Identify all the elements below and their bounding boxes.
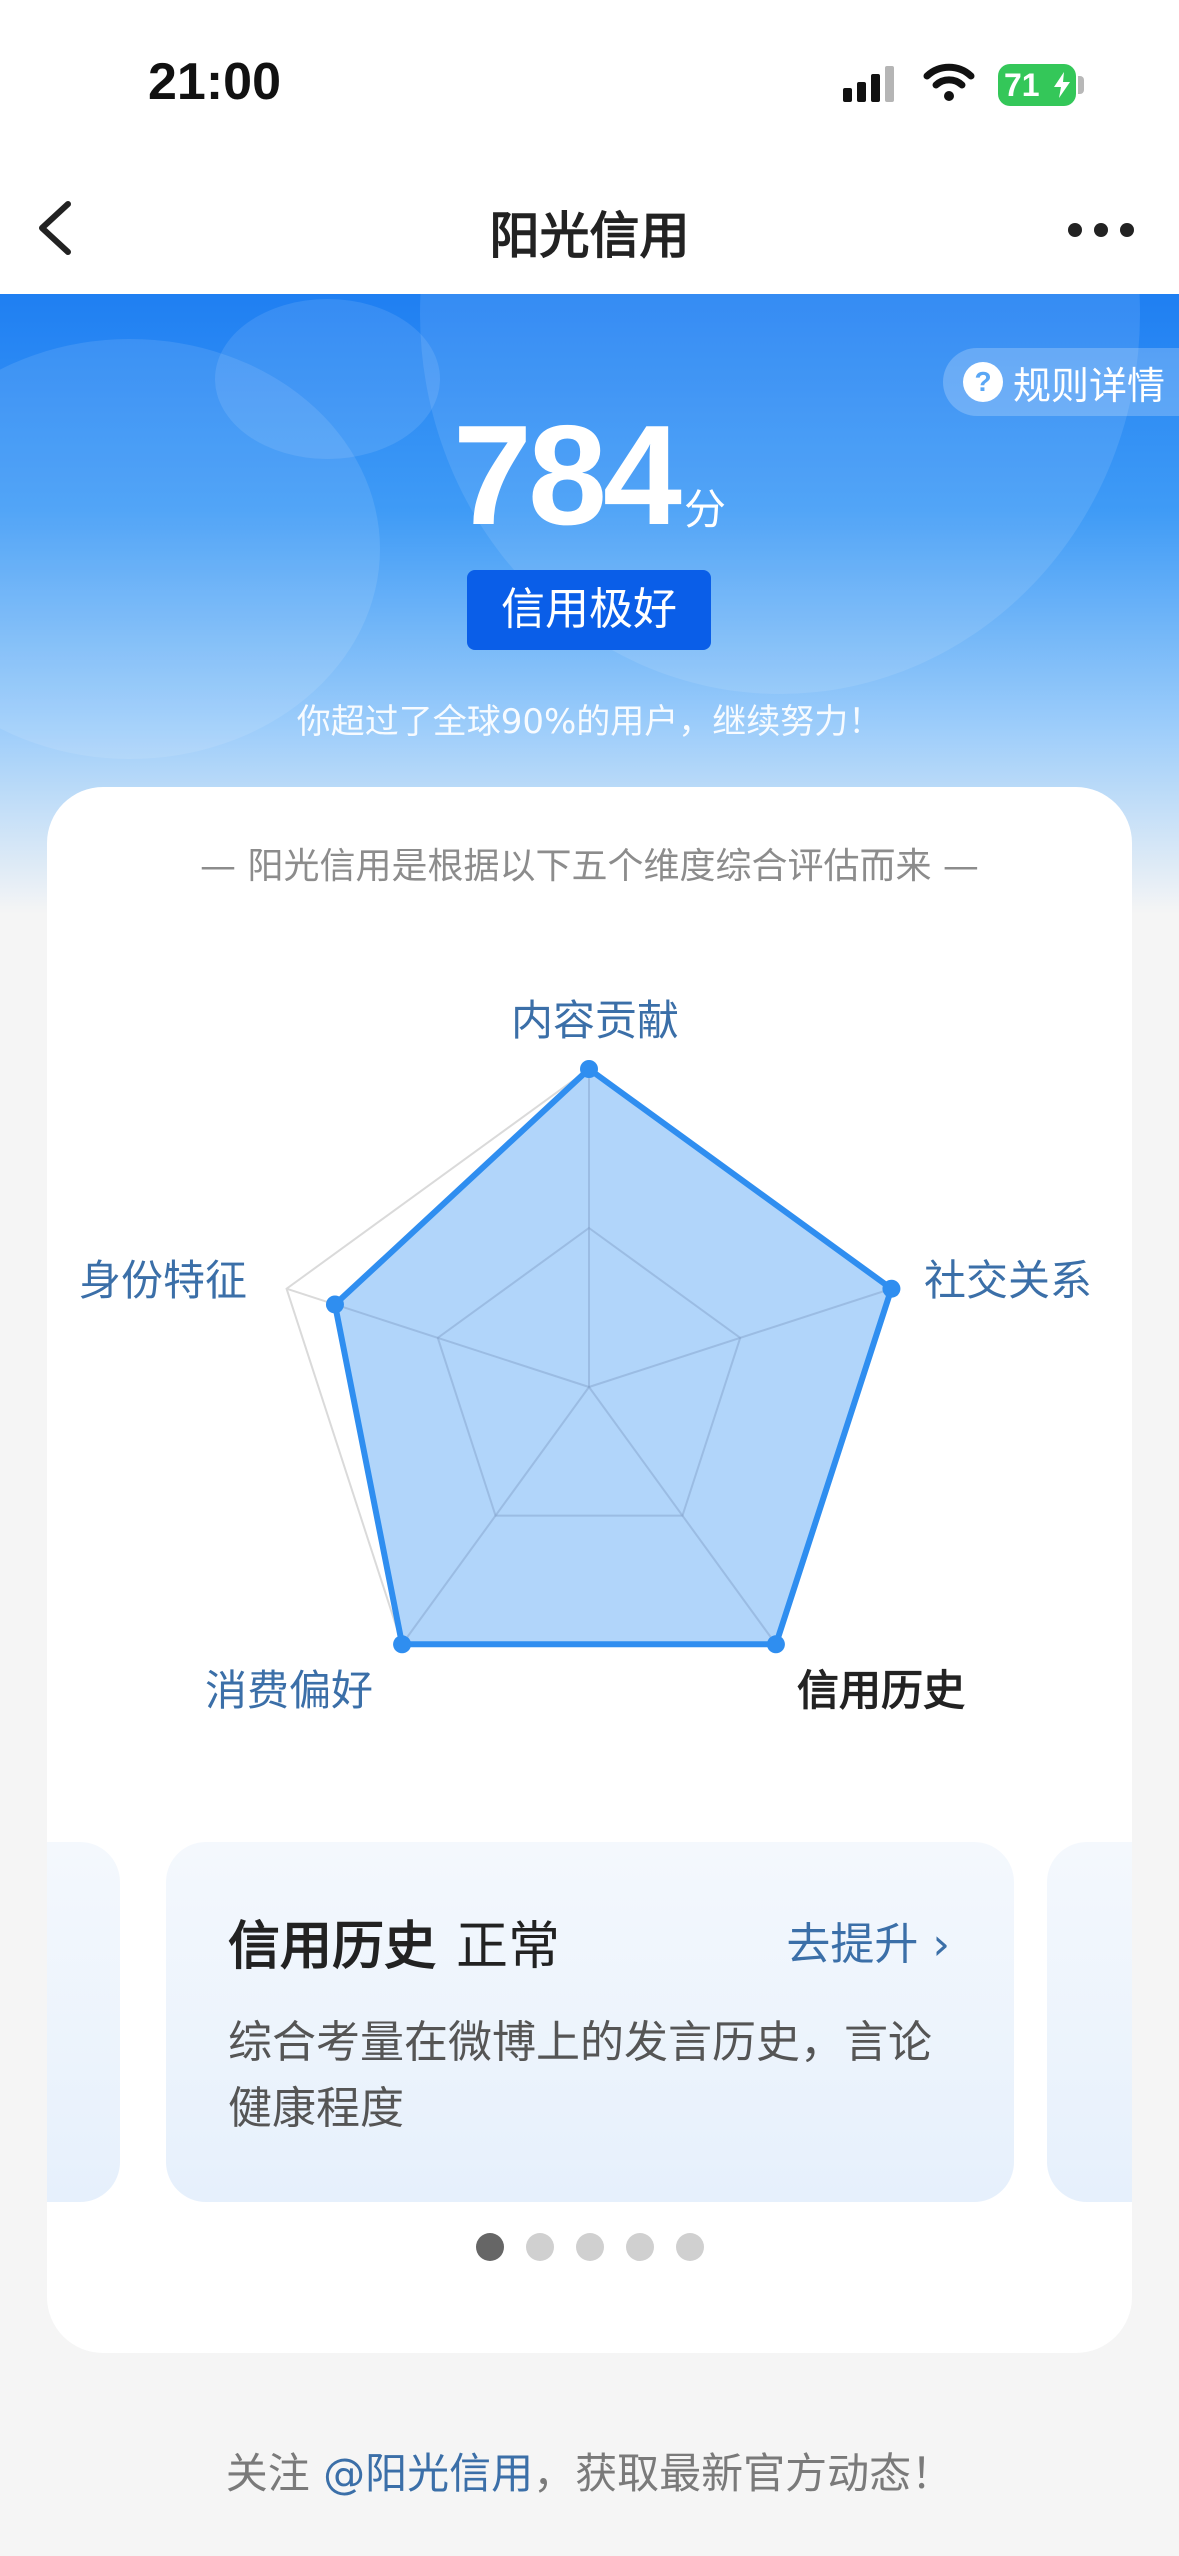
carousel-card-next[interactable]: 内 发 信	[1047, 1842, 1132, 2202]
wifi-icon	[923, 63, 975, 101]
battery-level: 71	[1004, 66, 1040, 103]
radar-dimension-label[interactable]: 身份特征	[79, 1247, 247, 1308]
footer-suffix: ，获取最新官方动态！	[533, 2449, 954, 2498]
radar-point	[882, 1279, 901, 1298]
score-value: 784	[453, 396, 682, 555]
cellular-signal-icon	[843, 66, 894, 102]
dimension-status: 正常	[456, 1917, 561, 1977]
footer-prefix: 关注	[225, 2449, 324, 2498]
pagination-dot[interactable]	[625, 2233, 654, 2261]
radar-dimension-label[interactable]: 内容贡献	[511, 987, 679, 1048]
chevron-right-icon: ›	[932, 1919, 950, 1970]
dimension-description: 综合考量在微博上的发言历史，言论健康程度	[228, 2017, 932, 2134]
dimension-title: 信用历史 正常	[228, 1904, 560, 1979]
radar-dimension-label[interactable]: 社交关系	[924, 1247, 1092, 1308]
radar-data-area	[331, 1066, 895, 1648]
score-unit: 分	[683, 485, 726, 534]
dimensions-card: — 阳光信用是根据以下五个维度综合评估而来 — 内容贡献 社交关系 信用历史 消费偏好…	[47, 787, 1132, 2353]
carousel-pagination	[47, 2233, 1132, 2261]
charging-bolt-icon	[1054, 72, 1070, 98]
carousel-card-previous[interactable]	[47, 1842, 120, 2202]
improve-link[interactable]: 去提升 ›	[786, 1908, 950, 1972]
radar-point	[393, 1635, 412, 1654]
rank-text: 你超过了全球90%的用户，继续努力！	[296, 702, 883, 742]
pagination-dot[interactable]	[675, 2233, 704, 2261]
navigation-bar: 阳光信用	[0, 160, 1179, 294]
radar-chart	[285, 1060, 901, 1654]
radar-point	[325, 1295, 344, 1314]
radar-point	[766, 1635, 785, 1654]
footer-note: 关注 @阳光信用，获取最新官方动态！	[0, 2440, 1179, 2501]
improve-link-label: 去提升	[786, 1919, 919, 1970]
pagination-dot[interactable]	[525, 2233, 554, 2261]
pagination-dot[interactable]	[575, 2233, 604, 2261]
credit-level-badge: 信用极好	[467, 570, 711, 650]
dimension-name: 信用历史	[228, 1917, 437, 1977]
pagination-dot[interactable]	[475, 2233, 504, 2261]
status-bar: 21:00 71	[0, 0, 1179, 160]
official-account-mention[interactable]: @阳光信用	[323, 2449, 533, 2498]
carousel-card-current[interactable]: 信用历史 正常 去提升 › 综合考量在微博上的发言历史，言论健康程度	[166, 1842, 1014, 2202]
credit-score: 784 分	[0, 394, 1179, 558]
more-icon[interactable]	[1066, 220, 1136, 240]
radar-point	[580, 1060, 598, 1078]
page-title: 阳光信用	[489, 207, 690, 265]
radar-dimension-label[interactable]: 消费偏好	[205, 1657, 373, 1718]
battery-cap	[1078, 76, 1084, 94]
battery-indicator: 71	[998, 64, 1076, 106]
status-time: 21:00	[148, 53, 281, 111]
radar-dimension-label[interactable]: 信用历史	[797, 1657, 965, 1718]
